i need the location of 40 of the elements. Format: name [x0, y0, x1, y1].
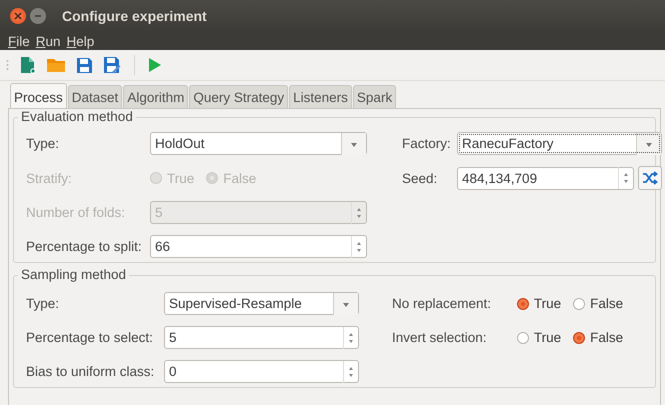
field-label: Type: — [26, 296, 60, 311]
minimize-button[interactable] — [30, 8, 46, 24]
dropdown[interactable]: RanecuFactory — [457, 132, 662, 155]
menu-item[interactable]: Help — [66, 34, 94, 48]
group-title: Evaluation method — [18, 109, 136, 124]
tab[interactable]: Listeners — [289, 85, 352, 108]
tab[interactable]: Spark — [352, 85, 396, 108]
field-label: Factory: — [402, 136, 452, 151]
field-label: Number of folds: — [26, 205, 126, 220]
shuffle-icon — [642, 171, 658, 185]
field-label: Seed: — [402, 170, 438, 186]
field-label: Invert selection: — [392, 330, 488, 345]
radio-option[interactable]: True — [516, 296, 562, 311]
radio-option[interactable]: False — [573, 296, 624, 311]
tab[interactable]: Query Strategy — [189, 85, 288, 108]
field-label: Stratify: — [26, 170, 73, 186]
tab[interactable]: Dataset — [68, 85, 122, 108]
dropdown[interactable]: Supervised-Resample — [164, 292, 359, 315]
radio-option[interactable]: True — [516, 330, 562, 345]
radio-option[interactable]: False — [573, 330, 624, 345]
field-label: Type: — [26, 136, 60, 151]
shuffle-button[interactable] — [638, 166, 662, 190]
field-label: Bias to uniform class: — [26, 364, 156, 379]
window-title: Configure experiment — [62, 8, 207, 24]
field-label: Percentage to select: — [26, 330, 154, 345]
field-label: No replacement: — [392, 296, 492, 311]
number-field[interactable]: 0 — [164, 360, 359, 383]
close-button[interactable] — [10, 8, 26, 24]
number-field[interactable]: 484,134,709 — [457, 166, 634, 190]
menu-item[interactable]: Run — [36, 34, 61, 48]
field-label: Percentage to split: — [26, 239, 143, 254]
tab[interactable]: Process — [10, 83, 67, 108]
dropdown[interactable]: HoldOut — [150, 132, 367, 155]
number-field[interactable]: 5 — [164, 326, 359, 349]
toolbar-grip-icon — [6, 59, 9, 71]
group-title: Sampling method — [18, 267, 130, 282]
number-field[interactable]: 66 — [150, 235, 367, 258]
tab[interactable]: Algorithm — [123, 85, 188, 108]
close-icon — [14, 12, 22, 20]
menu-item[interactable]: File — [8, 34, 30, 48]
